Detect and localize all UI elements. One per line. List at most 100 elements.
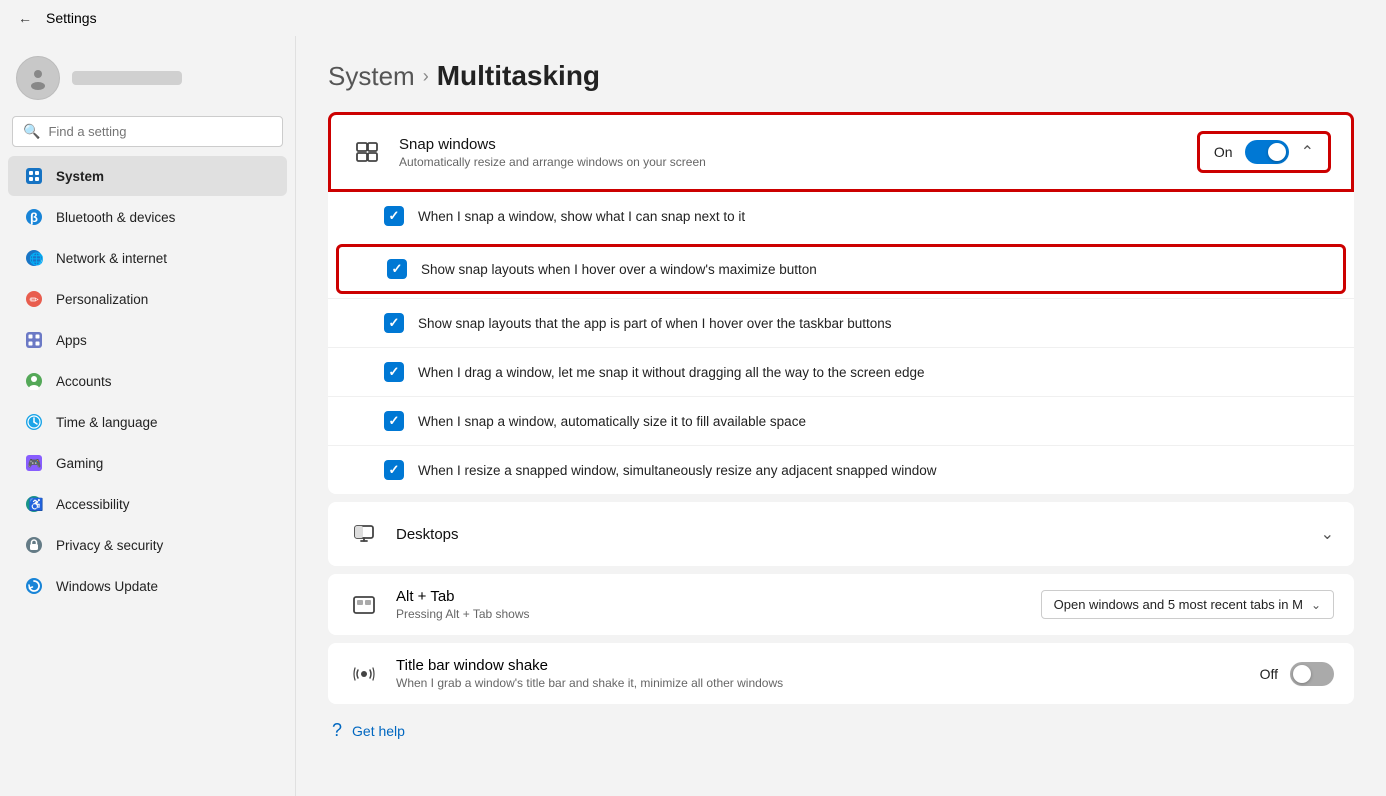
sidebar-profile (0, 44, 295, 116)
avatar (16, 56, 60, 100)
network-icon: 🌐 (24, 248, 44, 268)
checkbox-label-cb2: Show snap layouts when I hover over a wi… (421, 262, 817, 277)
sidebar-item-label-apps: Apps (56, 333, 87, 348)
content-area: System › Multitasking Snap windows Autom… (296, 36, 1386, 796)
sidebar-item-personalization[interactable]: ✏ Personalization (8, 279, 287, 319)
desktops-icon (348, 518, 380, 550)
sidebar-item-accounts[interactable]: Accounts (8, 361, 287, 401)
svg-text:β: β (30, 210, 38, 225)
checkbox-label-cb5: When I snap a window, automatically size… (418, 414, 806, 429)
sidebar-nav: System β Bluetooth & devices 🌐 Network &… (0, 155, 295, 607)
accessibility-icon: ♿ (24, 494, 44, 514)
breadcrumb: System › Multitasking (328, 60, 1354, 92)
titlebar-shake-toggle-label: Off (1260, 666, 1278, 682)
alt-tab-dropdown[interactable]: Open windows and 5 most recent tabs in M… (1041, 590, 1334, 619)
checkbox-label-cb3: Show snap layouts that the app is part o… (418, 316, 892, 331)
desktops-chevron: ⌄ (1321, 524, 1334, 544)
sidebar-item-privacy[interactable]: Privacy & security (8, 525, 287, 565)
snap-windows-text: Snap windows Automatically resize and ar… (399, 136, 1181, 169)
checkbox-label-cb6: When I resize a snapped window, simultan… (418, 463, 937, 478)
sidebar-item-system[interactable]: System (8, 156, 287, 196)
sidebar-item-accessibility[interactable]: ♿ Accessibility (8, 484, 287, 524)
sidebar-item-label-update: Windows Update (56, 579, 158, 594)
checkbox-cb4[interactable]: ✓ (384, 362, 404, 382)
checkbox-label-cb1: When I snap a window, show what I can sn… (418, 209, 745, 224)
checkmark-icon: ✓ (389, 364, 400, 380)
time-icon (24, 412, 44, 432)
bluetooth-icon: β (24, 207, 44, 227)
sidebar-item-label-network: Network & internet (56, 251, 167, 266)
sidebar-item-time[interactable]: Time & language (8, 402, 287, 442)
snap-toggle-label: On (1214, 144, 1233, 160)
snap-toggle-switch[interactable] (1245, 140, 1289, 164)
titlebar-shake-icon (348, 658, 380, 690)
accounts-icon (24, 371, 44, 391)
search-icon: 🔍 (23, 123, 40, 140)
checkbox-cb3[interactable]: ✓ (384, 313, 404, 333)
sidebar-item-network[interactable]: 🌐 Network & internet (8, 238, 287, 278)
sidebar-item-gaming[interactable]: 🎮 Gaming (8, 443, 287, 483)
title-bar-title: Settings (46, 10, 97, 26)
sidebar: 🔍 System β Bluetooth & devices 🌐 Network… (0, 36, 296, 796)
checkmark-icon: ✓ (389, 413, 400, 429)
svg-text:🌐: 🌐 (29, 252, 43, 266)
titlebar-shake-controls: Off (1260, 662, 1334, 686)
breadcrumb-system[interactable]: System (328, 61, 415, 92)
sidebar-item-label-privacy: Privacy & security (56, 538, 163, 553)
get-help-text[interactable]: Get help (352, 723, 405, 739)
personalization-icon: ✏ (24, 289, 44, 309)
titlebar-shake-title: Title bar window shake (396, 657, 1244, 674)
checkmark-icon: ✓ (389, 315, 400, 331)
get-help-row[interactable]: ? Get help (328, 720, 1354, 741)
checkbox-cb2[interactable]: ✓ (387, 259, 407, 279)
checkbox-item-cb3: ✓ Show snap layouts that the app is part… (328, 298, 1354, 347)
sidebar-item-label-accounts: Accounts (56, 374, 112, 389)
sidebar-item-update[interactable]: Windows Update (8, 566, 287, 606)
titlebar-shake-subtitle: When I grab a window's title bar and sha… (396, 676, 1244, 690)
update-icon (24, 576, 44, 596)
titlebar-shake-toggle-thumb (1293, 665, 1311, 683)
checkbox-label-cb4: When I drag a window, let me snap it wit… (418, 365, 925, 380)
checkbox-item-cb1: ✓ When I snap a window, show what I can … (328, 192, 1354, 240)
page-title: Multitasking (437, 60, 600, 92)
snap-toggle-controls: On ⌃ (1197, 131, 1331, 173)
alt-tab-row: Alt + Tab Pressing Alt + Tab shows Open … (328, 574, 1354, 635)
sidebar-item-apps[interactable]: Apps (8, 320, 287, 360)
sidebar-item-label-personalization: Personalization (56, 292, 148, 307)
desktops-row[interactable]: Desktops ⌄ (328, 502, 1354, 566)
apps-icon (24, 330, 44, 350)
checkbox-item-cb4: ✓ When I drag a window, let me snap it w… (328, 347, 1354, 396)
back-button[interactable]: ← (12, 6, 38, 30)
sidebar-item-label-accessibility: Accessibility (56, 497, 130, 512)
search-input[interactable] (48, 124, 272, 139)
alt-tab-subtitle: Pressing Alt + Tab shows (396, 607, 1025, 621)
search-box[interactable]: 🔍 (12, 116, 283, 147)
desktops-title: Desktops (396, 526, 1305, 543)
checkbox-item-cb6: ✓ When I resize a snapped window, simult… (328, 445, 1354, 494)
checkbox-list: ✓ When I snap a window, show what I can … (328, 192, 1354, 494)
desktops-text: Desktops (396, 526, 1305, 543)
sidebar-item-bluetooth[interactable]: β Bluetooth & devices (8, 197, 287, 237)
snap-toggle-thumb (1268, 143, 1286, 161)
checkmark-icon: ✓ (389, 462, 400, 478)
titlebar-shake-toggle-switch[interactable] (1290, 662, 1334, 686)
privacy-icon (24, 535, 44, 555)
checkbox-cb5[interactable]: ✓ (384, 411, 404, 431)
gaming-icon: 🎮 (24, 453, 44, 473)
checkbox-cb1[interactable]: ✓ (384, 206, 404, 226)
sidebar-item-label-system: System (56, 169, 104, 184)
svg-text:✏: ✏ (30, 295, 40, 307)
snap-windows-icon (351, 136, 383, 168)
sidebar-item-label-bluetooth: Bluetooth & devices (56, 210, 175, 225)
titlebar-shake-row: Title bar window shake When I grab a win… (328, 643, 1354, 704)
checkmark-icon: ✓ (389, 208, 400, 224)
sidebar-item-label-time: Time & language (56, 415, 158, 430)
checkmark-icon: ✓ (392, 261, 403, 277)
snap-windows-header[interactable]: Snap windows Automatically resize and ar… (328, 112, 1354, 192)
alt-tab-text: Alt + Tab Pressing Alt + Tab shows (396, 588, 1025, 621)
checkbox-cb6[interactable]: ✓ (384, 460, 404, 480)
alt-tab-icon (348, 589, 380, 621)
username-placeholder (72, 71, 182, 85)
snap-section-chevron[interactable]: ⌃ (1301, 142, 1314, 162)
get-help-icon: ? (332, 720, 342, 741)
